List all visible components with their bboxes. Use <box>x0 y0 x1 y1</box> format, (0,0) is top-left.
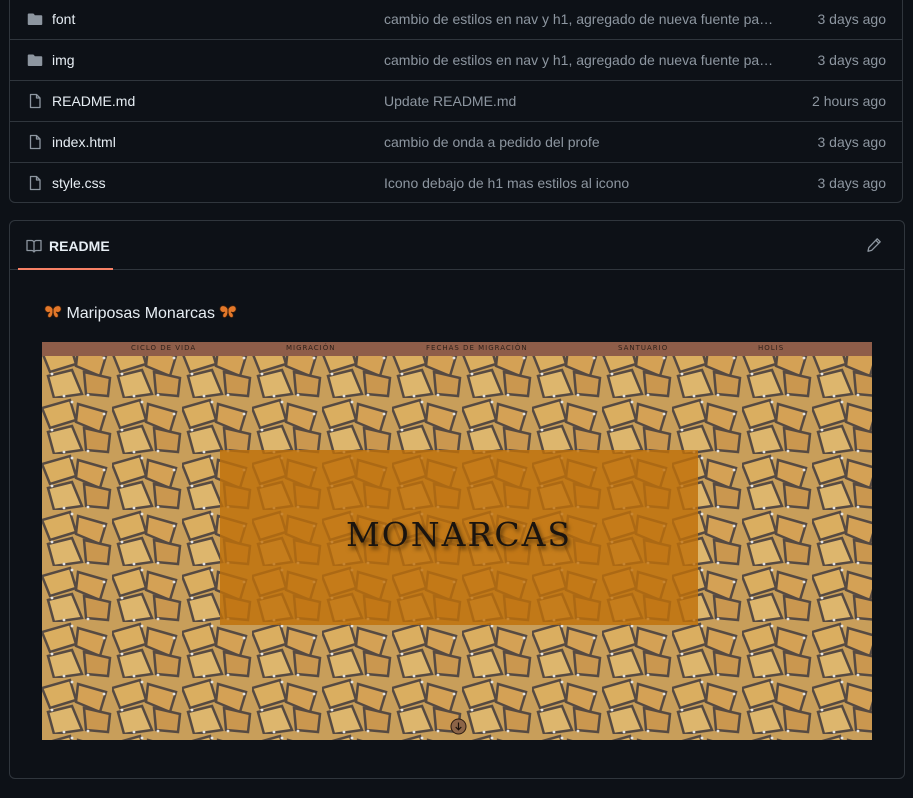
file-name[interactable]: index.html <box>52 134 116 150</box>
file-list: font cambio de estilos en nav y h1, agre… <box>9 0 903 203</box>
nav-item-migracion: MIGRACIÓN <box>286 344 336 352</box>
file-icon <box>29 134 41 150</box>
file-row-font[interactable]: font cambio de estilos en nav y h1, agre… <box>10 0 902 40</box>
file-icon <box>29 93 41 109</box>
file-row-readme[interactable]: README.md Update README.md 2 hours ago <box>10 81 902 122</box>
hero-banner: MONARCAS <box>220 450 698 625</box>
butterfly-icon <box>44 305 62 318</box>
file-row-index-html[interactable]: index.html cambio de onda a pedido del p… <box>10 122 902 163</box>
file-name[interactable]: README.md <box>52 93 135 109</box>
commit-time: 2 hours ago <box>812 93 886 109</box>
hero-title: MONARCAS <box>345 515 573 554</box>
commit-message[interactable]: cambio de estilos en nav y h1, agregado … <box>384 11 774 27</box>
folder-icon <box>27 13 43 25</box>
nav-item-fechas-de-migracion: FECHAS DE MIGRACIÓN <box>426 344 528 352</box>
file-name[interactable]: style.css <box>52 175 106 191</box>
pencil-icon[interactable] <box>866 237 882 253</box>
commit-time: 3 days ago <box>817 11 887 27</box>
readme-tab-label: README <box>49 238 110 254</box>
nav-item-santuario: SANTUARIO <box>618 344 669 352</box>
file-icon <box>29 175 41 191</box>
nav-item-ciclo-de-vida: CICLO DE VIDA <box>131 344 197 352</box>
commit-message[interactable]: Update README.md <box>384 93 774 109</box>
file-row-img[interactable]: img cambio de estilos en nav y h1, agreg… <box>10 40 902 81</box>
commit-time: 3 days ago <box>817 134 887 150</box>
file-row-style-css[interactable]: style.css Icono debajo de h1 mas estilos… <box>10 163 902 204</box>
readme-heading: Mariposas Monarcas <box>44 305 237 323</box>
commit-time: 3 days ago <box>817 175 887 191</box>
file-name[interactable]: font <box>52 11 75 27</box>
nav-item-holis: HOLIS <box>758 344 785 352</box>
website-preview-image: CICLO DE VIDA MIGRACIÓN FECHAS DE MIGRAC… <box>42 342 872 740</box>
readme-panel: README Mariposas Monarcas CICLO DE VIDA … <box>9 220 905 779</box>
readme-heading-text: Mariposas Monarcas <box>66 305 215 322</box>
butterfly-icon <box>219 305 237 318</box>
file-name[interactable]: img <box>52 52 75 68</box>
folder-icon <box>27 54 43 66</box>
readme-header: README <box>10 221 904 270</box>
preview-navbar: CICLO DE VIDA MIGRACIÓN FECHAS DE MIGRAC… <box>42 342 872 356</box>
book-icon <box>26 239 42 253</box>
commit-message[interactable]: cambio de estilos en nav y h1, agregado … <box>384 52 774 68</box>
arrow-down-circle-icon <box>450 718 467 735</box>
commit-time: 3 days ago <box>817 52 887 68</box>
commit-message[interactable]: Icono debajo de h1 mas estilos al icono <box>384 175 774 191</box>
commit-message[interactable]: cambio de onda a pedido del profe <box>384 134 774 150</box>
tab-readme[interactable]: README <box>18 221 113 270</box>
